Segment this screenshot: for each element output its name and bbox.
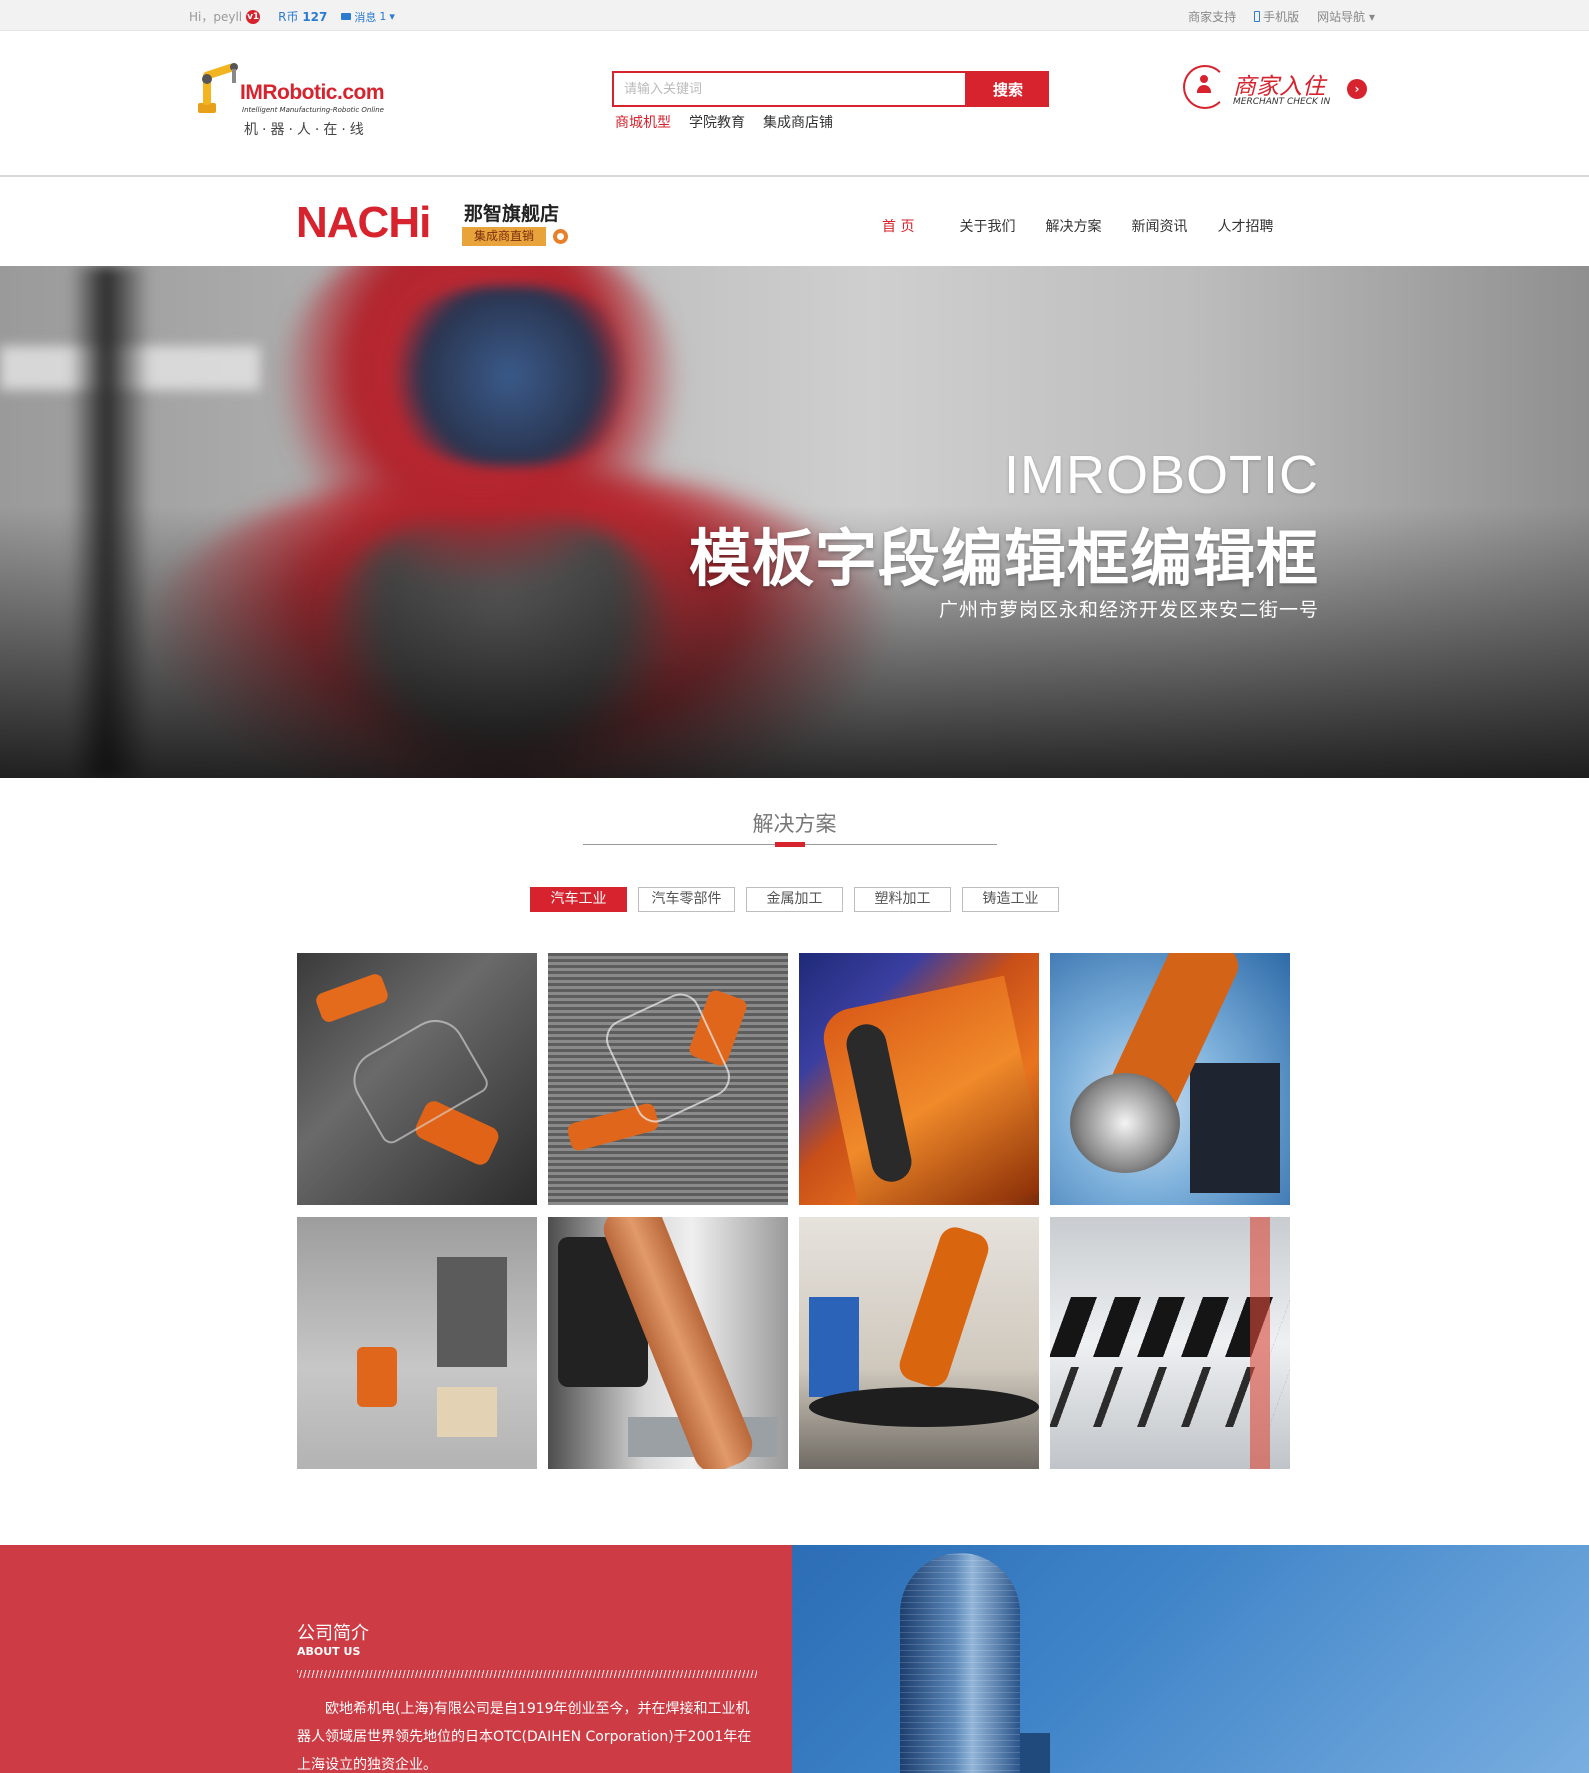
chevron-down-icon: ▾	[1368, 10, 1375, 24]
about-text: 欧地希机电(上海)有限公司是自1919年创业至今，并在焊接和工业机器人领域居世界…	[297, 1701, 752, 1773]
nav-news[interactable]: 新闻资讯	[1116, 216, 1202, 236]
robot-arm-image[interactable]	[1050, 953, 1290, 1205]
about-section: 公司简介 ABOUT US 欧地希机电(上海)有限公司是自1919年创业至今，并…	[0, 1545, 1589, 1773]
hero-welder-visor	[380, 286, 640, 466]
gripper-row-image[interactable]	[1050, 1217, 1290, 1469]
search-bar: 搜索	[612, 71, 1049, 107]
conveyor-robots-image[interactable]	[297, 953, 537, 1205]
grid-floor-robots-image[interactable]	[548, 953, 788, 1205]
site-nav-link[interactable]: 网站导航 ▾	[1317, 8, 1375, 25]
vip-badge-icon: v1	[246, 9, 261, 24]
tab-automotive[interactable]: 汽车工业	[530, 887, 627, 912]
tab-auto-parts[interactable]: 汽车零部件	[638, 887, 735, 912]
search-quick-links: 商城机型 学院教育 集成商店铺	[615, 112, 833, 132]
envelope-icon	[341, 13, 352, 20]
lab-robot-image[interactable]	[799, 1217, 1039, 1469]
store-brand-logo[interactable]: NACHi	[296, 201, 431, 245]
building-annex	[1020, 1733, 1050, 1773]
tab-metal[interactable]: 金属加工	[746, 887, 843, 912]
about-subtitle: ABOUT US	[297, 1645, 361, 1658]
merchant-support-link[interactable]: 商家支持	[1188, 8, 1236, 25]
about-title: 公司简介	[297, 1623, 369, 1644]
site-nav-label: 网站导航	[1317, 10, 1366, 24]
store-badge: 集成商直销	[462, 227, 546, 246]
phone-icon	[1254, 11, 1261, 22]
nav-solutions[interactable]: 解决方案	[1030, 216, 1116, 236]
quick-link-education[interactable]: 学院教育	[689, 112, 745, 132]
top-links: 商家支持 手机版 网站导航 ▾	[1188, 8, 1375, 25]
verified-icon	[553, 229, 568, 244]
messages-count: 1	[379, 10, 387, 23]
nav-home[interactable]: 首 页	[882, 216, 944, 236]
abb-robot-image[interactable]	[799, 953, 1039, 1205]
quick-link-models[interactable]: 商城机型	[615, 112, 671, 132]
solutions-divider-accent	[775, 842, 805, 847]
building-windows	[900, 1553, 1020, 1773]
coin-balance[interactable]: R币 127	[278, 8, 327, 25]
factory-floor-image[interactable]	[297, 1217, 537, 1469]
paint-booth-robot-image[interactable]	[548, 1217, 788, 1469]
tab-plastics[interactable]: 塑料加工	[854, 887, 951, 912]
arrow-right-icon: ›	[1347, 79, 1367, 99]
hero-title-en: IMROBOTIC	[1004, 445, 1319, 505]
logo-brand: IMRobotic.com	[240, 81, 385, 104]
search-button[interactable]: 搜索	[967, 71, 1049, 107]
logo-tagline: Intelligent Manufacturing-Robotic Online	[242, 106, 384, 114]
user-icon	[1197, 75, 1211, 95]
messages-link[interactable]: 消息 1 ▾	[341, 9, 395, 25]
mobile-link[interactable]: 手机版	[1254, 8, 1299, 25]
hero-banner[interactable]: IMROBOTIC 模板字段编辑框编辑框 广州市萝岗区永和经济开发区来安二街一号	[0, 266, 1589, 778]
office-building-image	[792, 1545, 1589, 1773]
site-logo[interactable]: IMRobotic.com Intelligent Manufacturing-…	[192, 59, 422, 139]
solutions-gallery	[297, 953, 1292, 1469]
robot-arm-logo-icon	[198, 63, 238, 113]
solutions-title: 解决方案	[752, 812, 837, 836]
messages-label: 消息	[354, 10, 377, 24]
search-input[interactable]	[612, 71, 967, 107]
user-info: Hi，peyll v1 R币 127 消息 1 ▾	[189, 8, 395, 25]
merchant-subtitle: MERCHANT CHECK IN	[1233, 97, 1331, 107]
coin-label: R币	[278, 10, 299, 24]
about-divider	[297, 1670, 757, 1678]
chevron-down-icon: ▾	[389, 10, 395, 23]
solutions-tabs: 汽车工业 汽车零部件 金属加工 塑料加工 铸造工业	[530, 887, 1059, 912]
logo-cn: 机·器·人·在·线	[244, 122, 368, 138]
store-nav: 首 页 关于我们 解决方案 新闻资讯 人才招聘	[882, 216, 1288, 236]
hero-title-cn: 模板字段编辑框编辑框	[688, 522, 1319, 595]
greeting-text[interactable]: Hi，peyll	[189, 8, 242, 25]
store-name: 那智旗舰店	[464, 203, 560, 225]
coin-value: 127	[302, 10, 328, 24]
quick-link-integrators[interactable]: 集成商店铺	[763, 112, 833, 132]
merchant-title: 商家入住	[1233, 74, 1325, 100]
nav-careers[interactable]: 人才招聘	[1202, 216, 1288, 236]
nav-about[interactable]: 关于我们	[944, 216, 1030, 236]
merchant-checkin-link[interactable]: 商家入住 MERCHANT CHECK IN ›	[1183, 63, 1373, 115]
site-header: IMRobotic.com Intelligent Manufacturing-…	[0, 31, 1589, 177]
mobile-link-label: 手机版	[1263, 10, 1300, 24]
tab-casting[interactable]: 铸造工业	[962, 887, 1059, 912]
hero-address: 广州市萝岗区永和经济开发区来安二街一号	[938, 599, 1319, 621]
store-bar: NACHi 那智旗舰店 集成商直销 首 页 关于我们 解决方案 新闻资讯 人才招…	[0, 179, 1589, 266]
top-bar: Hi，peyll v1 R币 127 消息 1 ▾ 商家支持 手机版 网站导航 …	[0, 0, 1589, 31]
